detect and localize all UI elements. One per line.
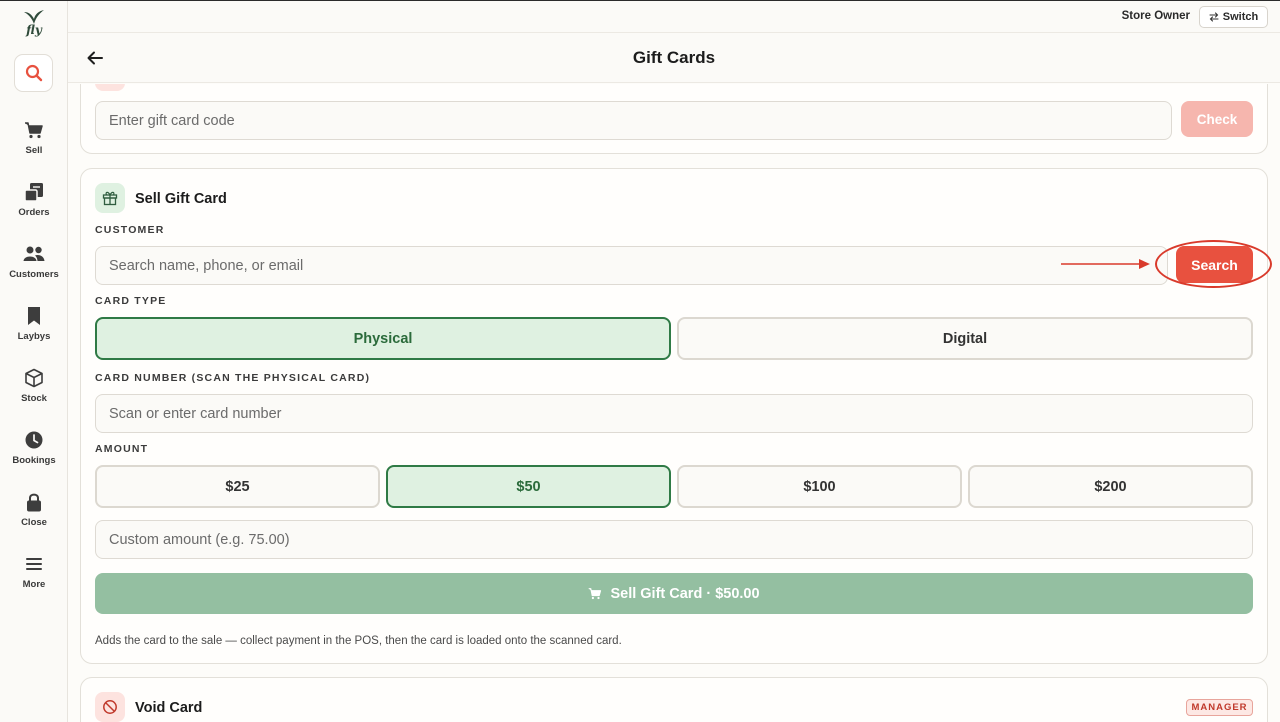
amount-50-button[interactable]: $50 bbox=[386, 465, 671, 508]
customers-icon bbox=[23, 243, 45, 265]
sell-gift-card-button[interactable]: Sell Gift Card · $50.00 bbox=[95, 573, 1253, 614]
sidebar-item-label: Sell bbox=[25, 145, 43, 156]
page-title: Gift Cards bbox=[632, 48, 716, 67]
card-number-input[interactable]: Scan or enter card number bbox=[95, 394, 1253, 433]
sidebar-item-customers[interactable]: Customers bbox=[0, 243, 68, 291]
annotation-arrow-icon bbox=[1061, 259, 1150, 269]
bookmark-icon bbox=[23, 305, 45, 327]
cart-icon bbox=[23, 119, 45, 141]
void-card-icon bbox=[95, 692, 125, 722]
sidebar-item-label: Stock bbox=[21, 393, 47, 404]
annotation-highlight-ellipse bbox=[1155, 240, 1272, 288]
sidebar-item-label: Laybys bbox=[17, 331, 51, 342]
menu-icon bbox=[23, 553, 45, 575]
switch-user-button[interactable]: Switch bbox=[1199, 6, 1268, 28]
sidebar-item-label: More bbox=[22, 579, 46, 590]
sell-gift-card-panel: Sell Gift Card CUSTOMER Search name, pho… bbox=[80, 168, 1272, 664]
card-number-label: CARD NUMBER (SCAN THE PHYSICAL CARD) bbox=[95, 372, 371, 384]
amount-200-button[interactable]: $200 bbox=[968, 465, 1253, 508]
global-search-button[interactable] bbox=[14, 54, 53, 92]
void-card-title: Void Card bbox=[135, 700, 203, 716]
box-icon bbox=[23, 367, 45, 389]
amount-label: AMOUNT bbox=[95, 443, 149, 455]
check-button[interactable]: Check bbox=[1181, 101, 1253, 137]
manager-badge: MANAGER bbox=[1186, 699, 1253, 716]
sidebar-item-bookings[interactable]: Bookings bbox=[0, 429, 68, 477]
sidebar-item-laybys[interactable]: Laybys bbox=[0, 305, 68, 353]
gift-card-code-input[interactable]: Enter gift card code bbox=[95, 101, 1172, 140]
main-content: Enter gift card code Check Sell Gift Car… bbox=[68, 84, 1280, 722]
sidebar-item-close[interactable]: Close bbox=[0, 491, 68, 539]
sell-help-text: Adds the card to the sale — collect paym… bbox=[95, 635, 622, 647]
check-gift-card-panel: Enter gift card code Check bbox=[80, 84, 1268, 154]
sidebar-item-label: Orders bbox=[18, 207, 50, 218]
logo-text: fly bbox=[26, 23, 42, 37]
swap-arrows-icon bbox=[1209, 12, 1219, 22]
ban-icon bbox=[103, 700, 117, 714]
void-card-panel: Void Card MANAGER bbox=[80, 677, 1268, 722]
sidebar-item-label: Customers bbox=[9, 269, 59, 280]
sidebar-item-label: Close bbox=[21, 517, 47, 528]
sell-card-title: Sell Gift Card bbox=[135, 191, 227, 207]
page-header: Gift Cards bbox=[68, 33, 1280, 83]
check-card-icon bbox=[95, 84, 125, 91]
card-type-physical[interactable]: Physical bbox=[95, 317, 671, 360]
sidebar-item-more[interactable]: More bbox=[0, 553, 68, 601]
sidebar-item-orders[interactable]: Orders bbox=[0, 181, 68, 229]
user-role-label: Store Owner bbox=[1121, 10, 1190, 22]
orders-icon bbox=[23, 181, 45, 203]
customer-label: CUSTOMER bbox=[95, 224, 165, 236]
sidebar-item-stock[interactable]: Stock bbox=[0, 367, 68, 415]
lock-icon bbox=[23, 491, 45, 513]
card-type-label: CARD TYPE bbox=[95, 295, 167, 307]
sidebar-item-sell[interactable]: Sell bbox=[0, 119, 68, 167]
amount-25-button[interactable]: $25 bbox=[95, 465, 380, 508]
gift-icon bbox=[95, 183, 125, 213]
amount-100-button[interactable]: $100 bbox=[677, 465, 962, 508]
card-type-digital[interactable]: Digital bbox=[677, 317, 1253, 360]
top-bar: Store Owner Switch bbox=[68, 1, 1280, 33]
switch-label: Switch bbox=[1222, 11, 1259, 23]
app-logo[interactable]: fly bbox=[0, 9, 68, 45]
custom-amount-input[interactable]: Custom amount (e.g. 75.00) bbox=[95, 520, 1253, 559]
sidebar-item-label: Bookings bbox=[12, 455, 56, 466]
sidebar: fly Sell Orders Customers Laybys Stock B… bbox=[0, 1, 68, 722]
clock-icon bbox=[23, 429, 45, 451]
customer-search-input[interactable]: Search name, phone, or email bbox=[95, 246, 1168, 285]
cart-icon bbox=[589, 588, 602, 600]
search-icon bbox=[25, 64, 42, 82]
